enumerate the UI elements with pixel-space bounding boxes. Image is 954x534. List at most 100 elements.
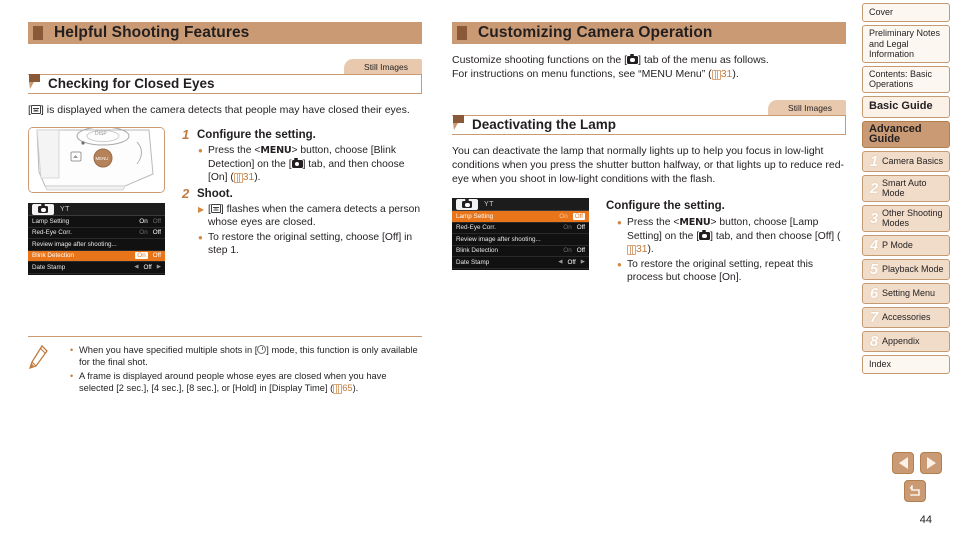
page-reference[interactable]: 65 bbox=[333, 383, 353, 394]
step-title: Configure the setting. bbox=[197, 129, 316, 141]
menu-row-label: Review image after shooting... bbox=[32, 240, 117, 248]
wrench-tab-label: YT bbox=[484, 200, 494, 208]
camera-back-photo: DISP MENU bbox=[28, 127, 165, 193]
sidebar-item-basic-guide[interactable]: Basic Guide bbox=[862, 95, 950, 118]
camera-icon bbox=[291, 157, 303, 168]
right-still-images-tab: Still Images bbox=[768, 100, 846, 115]
step-1: 1 Configure the setting. bbox=[182, 127, 422, 143]
left-intro-text: [] is displayed when the camera detects … bbox=[28, 103, 422, 117]
note-text: When you have specified multiple shots i… bbox=[79, 344, 422, 369]
right-intro-text: Customize shooting functions on the [] t… bbox=[452, 53, 846, 81]
bullet-text-part: Press the < bbox=[208, 145, 261, 156]
self-timer-icon bbox=[257, 344, 267, 354]
sidebar-item-label: P Mode bbox=[882, 239, 913, 250]
sidebar-item-number: 1 bbox=[869, 152, 879, 170]
left-figure-column: DISP MENU YT Lamp Setting On Off Red-Eye… bbox=[28, 127, 174, 275]
triangle-right-icon bbox=[926, 457, 936, 469]
return-arrow-icon bbox=[909, 485, 920, 496]
sidebar-item-playback-mode[interactable]: 5 Playback Mode bbox=[862, 258, 950, 280]
menu-row-value-b: Off bbox=[572, 212, 585, 220]
right-figure-steps: YT Lamp Setting On Off Red-Eye Corr. On bbox=[452, 198, 846, 285]
book-icon bbox=[233, 173, 243, 183]
page-number: 44 bbox=[919, 514, 932, 526]
left-menu-tabbar: YT bbox=[28, 203, 165, 216]
right-bullets: ● Press the <MENU> button, choose [Lamp … bbox=[616, 216, 846, 285]
sidebar-item-label: Basic Guide bbox=[869, 100, 933, 113]
page-reference[interactable]: 31 bbox=[233, 172, 254, 183]
note-item: • When you have specified multiple shots… bbox=[70, 344, 422, 369]
sidebar-item-setting-menu[interactable]: 6 Setting Menu bbox=[862, 282, 950, 304]
sidebar-item-smart-auto-mode[interactable]: 2 Smart Auto Mode bbox=[862, 174, 950, 202]
sidebar-item-label: Playback Mode bbox=[882, 263, 944, 274]
bullet-dot-icon: ● bbox=[617, 259, 622, 269]
menu-row-label: Red-Eye Corr. bbox=[32, 229, 72, 237]
note-item: • A frame is displayed around people who… bbox=[70, 370, 422, 395]
sidebar-item-number: 7 bbox=[869, 308, 879, 326]
menu-row: Review image after shooting... bbox=[452, 234, 589, 246]
step-number: 1 bbox=[182, 127, 190, 142]
book-icon bbox=[627, 245, 636, 255]
sidebar-item-appendix[interactable]: 8 Appendix bbox=[862, 330, 950, 352]
sidebar-item-contents-basic-operations[interactable]: Contents: Basic Operations bbox=[862, 65, 950, 93]
menu-row: Date Stamp ◀ Off ▶ bbox=[452, 257, 589, 269]
next-page-button[interactable] bbox=[920, 452, 942, 474]
right-column: Customizing Camera Operation Customize s… bbox=[452, 22, 846, 286]
menu-button-word: MENU bbox=[260, 145, 292, 156]
bullet-text-part: ). bbox=[647, 244, 654, 255]
left-arrow-icon: ◀ bbox=[558, 259, 563, 266]
camera-tab-icon bbox=[456, 198, 478, 210]
menu-row-value-b: Off bbox=[576, 247, 585, 255]
bullet-triangle-icon: ▶ bbox=[198, 204, 205, 214]
menu-row-value-a: Off bbox=[143, 263, 152, 271]
left-section-heading: Checking for Closed Eyes bbox=[28, 74, 422, 94]
sidebar-item-preliminary-notes[interactable]: Preliminary Notes and Legal Information bbox=[862, 25, 950, 63]
left-intro-body: ] is displayed when the camera detects t… bbox=[40, 104, 410, 116]
page-reference[interactable]: 31 bbox=[627, 244, 647, 255]
bullet-text-part: ). bbox=[254, 172, 261, 183]
bullet-item: ● To restore the original setting, choos… bbox=[197, 231, 422, 258]
menu-row-selected: Blink Detection On Off bbox=[28, 250, 165, 262]
right-stillimages-row: Still Images bbox=[452, 100, 846, 115]
step-2: 2 Shoot. bbox=[182, 186, 422, 202]
sidebar-item-number: 5 bbox=[869, 260, 879, 278]
menu-row-value-a: On bbox=[559, 212, 568, 220]
sidebar-item-cover[interactable]: Cover bbox=[862, 3, 950, 22]
sidebar-item-camera-basics[interactable]: 1 Camera Basics bbox=[862, 150, 950, 172]
bullet-text: To restore the original setting, choose … bbox=[208, 231, 413, 257]
menu-row: Lamp Setting On Off bbox=[28, 216, 165, 228]
sidebar-item-p-mode[interactable]: 4P Mode bbox=[862, 234, 950, 256]
triangle-left-icon bbox=[898, 457, 908, 469]
bullet-text-part: ] flashes when the camera detects a pers… bbox=[208, 203, 421, 229]
section-flag-icon bbox=[453, 115, 464, 130]
sidebar-item-advanced-guide[interactable]: Advanced Guide bbox=[862, 120, 950, 148]
sidebar-item-label: Index bbox=[869, 358, 892, 369]
note-bullet-icon: • bbox=[70, 370, 74, 381]
return-button[interactable] bbox=[904, 480, 926, 502]
blink-detection-icon bbox=[30, 103, 41, 117]
page-reference-number: 65 bbox=[342, 383, 353, 393]
bullet-text: Press the <MENU> button, choose [Blink D… bbox=[208, 144, 422, 185]
note-text: A frame is displayed around people whose… bbox=[79, 370, 422, 395]
menu-row-selected: Lamp Setting On Off bbox=[452, 211, 589, 223]
left-arrow-icon: ◀ bbox=[134, 264, 139, 271]
previous-page-button[interactable] bbox=[892, 452, 914, 474]
note-text-part: When you have specified multiple shots i… bbox=[79, 344, 258, 355]
navigation-sidebar: Cover Preliminary Notes and Legal Inform… bbox=[856, 0, 954, 377]
menu-row-label: Date Stamp bbox=[456, 258, 490, 266]
menu-row-value-b: Off bbox=[152, 252, 161, 260]
sidebar-item-number: 6 bbox=[869, 284, 879, 302]
sidebar-item-index[interactable]: Index bbox=[862, 354, 950, 374]
camera-icon bbox=[627, 54, 639, 64]
intro-text-part: For instructions on menu functions, see … bbox=[452, 68, 712, 80]
sidebar-item-accessories[interactable]: 7 Accessories bbox=[862, 306, 950, 328]
right-section-title: Deactivating the Lamp bbox=[472, 117, 617, 133]
intro-text-part: Customize shooting functions on the [ bbox=[452, 54, 628, 66]
sidebar-item-label: Other Shooting Modes bbox=[882, 207, 943, 229]
page-reference[interactable]: 31 bbox=[711, 68, 732, 80]
book-icon bbox=[333, 384, 343, 394]
menu-button-word: MENU bbox=[679, 217, 711, 228]
sidebar-item-other-shooting-modes[interactable]: 3 Other Shooting Modes bbox=[862, 204, 950, 232]
sidebar-item-number: 8 bbox=[869, 332, 879, 350]
bullet-dot-icon: ● bbox=[198, 232, 203, 242]
chapter-marker-icon bbox=[33, 26, 43, 40]
